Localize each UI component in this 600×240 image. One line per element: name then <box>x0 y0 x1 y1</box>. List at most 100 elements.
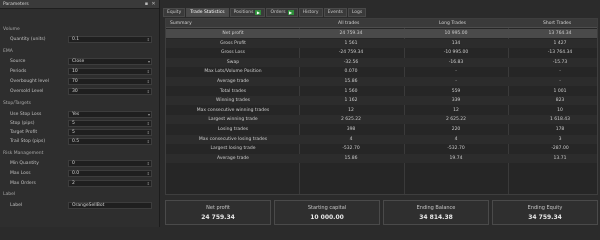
param-value-field[interactable]: 5 ⇕ <box>68 129 152 136</box>
parameters-panel: Parameters ▪ ✕ Volume Quantity (units) 0… <box>0 0 160 227</box>
label-text-field[interactable]: OrangeSellBot <box>68 202 152 209</box>
param-row: Use Stop Loss Yes ▾ <box>0 111 159 119</box>
param-value-field[interactable]: 0.5 ⇕ <box>68 138 152 145</box>
column-header-short-trades[interactable]: Short Trades <box>543 21 571 26</box>
table-row[interactable]: Gross Loss -24 759.34 -10 995.00 -13 764.34 <box>166 48 597 57</box>
row-value: 1 427 <box>553 40 567 46</box>
tab-trade-statistics[interactable]: Trade Statistics <box>186 8 229 17</box>
spinner-icon[interactable]: ⇕ <box>147 37 150 43</box>
summary-card-starting-capital: Starting capital 10 000.00 <box>274 200 380 225</box>
table-row[interactable]: Gross Profit 1 561 134 1 427 <box>166 38 597 48</box>
tab-logs[interactable]: Logs <box>347 8 367 17</box>
table-row[interactable]: Max consecutive losing trades 4 4 3 <box>166 134 597 144</box>
row-value: 1 560 <box>344 88 358 94</box>
tab-history[interactable]: History <box>298 8 323 17</box>
summary-label: Net profit <box>206 205 230 211</box>
table-row[interactable]: Max consecutive winning trades 12 12 10 <box>166 106 597 115</box>
row-value: 12 <box>348 107 354 113</box>
table-row[interactable]: Largest losing trade -532.70 -532.70 -287.0… <box>166 144 597 153</box>
table-row[interactable]: Net profit 24 759.34 10 995.00 13 764.34 <box>166 29 597 38</box>
row-value: 178 <box>555 127 565 132</box>
row-value: - <box>559 69 561 75</box>
row-label: Swap <box>226 59 240 65</box>
spinner-icon[interactable]: ⇕ <box>147 139 150 145</box>
param-label: Max Loss <box>10 171 31 176</box>
row-value: - <box>559 79 561 84</box>
panel-header: Parameters ▪ ✕ <box>0 0 159 9</box>
column-header-summary[interactable]: Summary <box>170 21 192 26</box>
spinner-icon[interactable]: ⇕ <box>147 69 150 75</box>
group-ema: EMA <box>3 49 13 54</box>
param-select[interactable]: Yes ▾ <box>68 111 152 118</box>
row-value: 15.86 <box>344 155 358 161</box>
row-value: -15.73 <box>552 59 568 65</box>
table-row[interactable]: Max Lots/Volume Position 0.070 - - <box>166 67 597 76</box>
column-header-all-trades[interactable]: All trades <box>338 21 359 26</box>
spinner-icon[interactable]: ⇕ <box>147 161 150 167</box>
param-row: Label OrangeSellBot <box>0 202 159 210</box>
spinner-icon[interactable]: ⇕ <box>147 79 150 85</box>
spinner-icon[interactable]: ⇕ <box>147 89 150 95</box>
row-value: - <box>455 79 457 84</box>
param-label: Trail Stop (pips) <box>10 139 46 144</box>
param-label: Min Quantity <box>10 161 39 166</box>
param-label: Max Orders <box>10 181 36 186</box>
row-value: 2 625.22 <box>340 117 362 123</box>
play-icon[interactable]: ▶ <box>255 10 262 15</box>
save-icon[interactable]: ▪ <box>144 1 149 7</box>
column-header-long-trades[interactable]: Long Trades <box>439 21 466 26</box>
spinner-icon[interactable]: ⇕ <box>147 130 150 136</box>
row-value: 339 <box>451 98 461 104</box>
param-value-field[interactable]: 0 ⇕ <box>68 160 152 167</box>
group-label: Label <box>3 192 16 197</box>
param-row: Oversold Level 30 ⇕ <box>0 88 159 96</box>
table-row[interactable]: Losing trades 398 220 178 <box>166 125 597 134</box>
summary-value: 34 814.38 <box>419 214 453 221</box>
chevron-down-icon[interactable]: ▾ <box>148 59 150 65</box>
row-value: 398 <box>346 127 356 132</box>
param-value-field[interactable]: 10 ⇕ <box>68 68 152 75</box>
table-row[interactable]: Winning trades 1 162 339 823 <box>166 96 597 106</box>
play-icon[interactable]: ▶ <box>287 10 294 15</box>
param-select[interactable]: Close ▾ <box>68 58 152 65</box>
param-value-field[interactable]: 0.1 ⇕ <box>68 36 152 43</box>
spinner-icon[interactable]: ⇕ <box>147 121 150 127</box>
close-icon[interactable]: ✕ <box>151 1 156 7</box>
row-label: Total trades <box>219 88 247 94</box>
row-value: 10 <box>557 107 563 113</box>
param-value-field[interactable]: 0.0 ⇕ <box>68 170 152 177</box>
row-value: 1 001 <box>553 88 567 94</box>
row-value: -532.70 <box>447 146 465 152</box>
row-value: -32.56 <box>343 59 359 65</box>
param-row: Overbought level 70 ⇕ <box>0 78 159 86</box>
spinner-icon[interactable]: ⇕ <box>147 181 150 187</box>
param-label: Oversold Level <box>10 89 44 94</box>
tab-positions[interactable]: Positions ▶ <box>229 8 266 17</box>
param-value-field[interactable]: 5 ⇕ <box>68 120 152 127</box>
table-row[interactable]: Average trade 15.86 19.74 13.71 <box>166 153 597 163</box>
row-value: 134 <box>451 40 461 46</box>
row-value: 24 759.34 <box>339 31 363 36</box>
param-row: Max Orders 2 ⇕ <box>0 180 159 188</box>
param-value-field[interactable]: 70 ⇕ <box>68 78 152 85</box>
table-row[interactable]: Swap -32.56 -16.83 -15.73 <box>166 57 597 67</box>
param-value-field[interactable]: 30 ⇕ <box>68 88 152 95</box>
chevron-down-icon[interactable]: ▾ <box>148 112 150 118</box>
statistics-table: Summary All trades Long Trades Short Tra… <box>165 18 598 195</box>
row-label: Winning trades <box>215 98 251 104</box>
param-label: Target Profit <box>10 130 38 135</box>
table-row[interactable]: Average trade 15.86 - - <box>166 77 597 86</box>
tab-orders[interactable]: Orders ▶ <box>266 8 298 17</box>
param-label: Overbought level <box>10 79 49 84</box>
summary-label: Ending Equity <box>527 205 563 211</box>
table-row[interactable]: Largest winning trade 2 625.22 2 625.22 1 6… <box>166 115 597 125</box>
tab-events[interactable]: Events <box>323 8 347 17</box>
row-value: 13.71 <box>553 155 567 161</box>
row-value: 19.74 <box>449 155 463 161</box>
table-row[interactable]: Total trades 1 560 559 1 001 <box>166 87 597 96</box>
tab-equity[interactable]: Equity <box>163 8 186 17</box>
row-value: 15.86 <box>344 79 358 84</box>
summary-label: Ending Balance <box>416 205 456 211</box>
spinner-icon[interactable]: ⇕ <box>147 171 150 177</box>
param-value-field[interactable]: 2 ⇕ <box>68 180 152 187</box>
